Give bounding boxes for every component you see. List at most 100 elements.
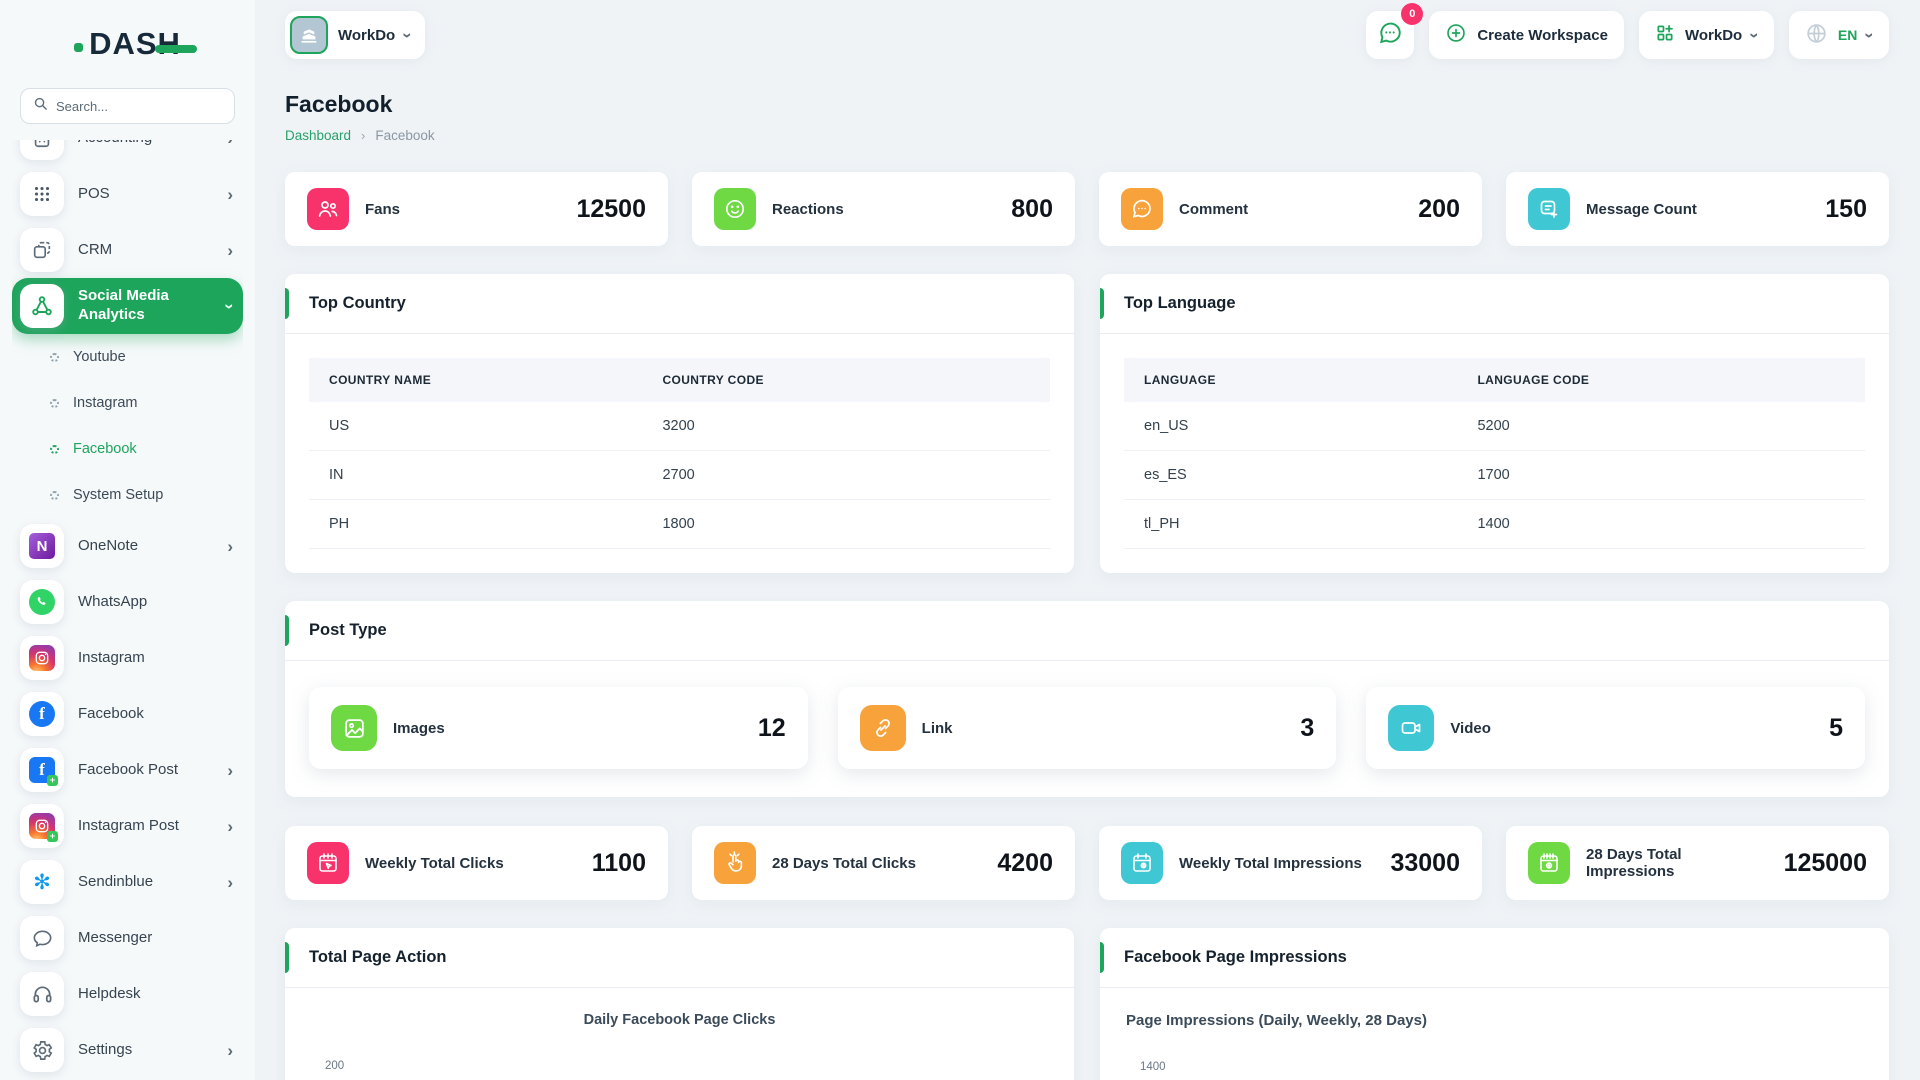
y-axis-tick: 200 — [325, 1060, 1048, 1072]
chevron-right-icon — [227, 140, 233, 147]
sidebar-item-messenger[interactable]: Messenger — [12, 910, 243, 966]
smiley-icon — [714, 188, 756, 230]
stat-value: 33000 — [1390, 849, 1460, 878]
logo-dot-icon — [74, 43, 83, 52]
workspace-selector[interactable]: WorkDo — [285, 11, 425, 59]
sidebar-subitem-instagram[interactable]: Instagram — [12, 380, 243, 426]
bullet-icon — [50, 445, 59, 454]
sidebar-subitem-system-setup[interactable]: System Setup — [12, 472, 243, 518]
grid-dots-icon — [20, 172, 64, 216]
stat-label: Weekly Total Clicks — [365, 855, 576, 872]
search-icon — [33, 96, 48, 116]
table-row: es_ES1700 — [1124, 451, 1865, 500]
main-content: WorkDo 0 Create Workspace WorkDo — [255, 0, 1920, 1080]
post-type-panel: Post Type Images 12 Link 3 Video — [285, 601, 1889, 797]
sidebar-item-label: Facebook — [73, 441, 137, 457]
column-header: COUNTRY NAME — [309, 358, 642, 402]
sidebar-item-accounting[interactable]: Accounting — [12, 140, 243, 166]
workdo-menu-button[interactable]: WorkDo — [1639, 11, 1774, 59]
stat-card-reactions: Reactions 800 — [692, 172, 1075, 246]
sidebar: DASH Accounting POS CRM — [0, 0, 255, 1080]
daily-page-clicks-chart: Daily Facebook Page Clicks 200 — [285, 988, 1074, 1080]
chevron-down-icon — [1867, 27, 1873, 44]
stat-value: 125000 — [1784, 849, 1867, 878]
panel-title: Top Language — [1100, 274, 1889, 334]
sidebar-subitem-youtube[interactable]: Youtube — [12, 334, 243, 380]
page-impressions-chart: Page Impressions (Daily, Weekly, 28 Days… — [1100, 988, 1889, 1080]
stat-value: 5 — [1829, 714, 1843, 743]
sidebar-item-crm[interactable]: CRM — [12, 222, 243, 278]
sidebar-item-helpdesk[interactable]: Helpdesk — [12, 966, 243, 1022]
bullet-icon — [50, 353, 59, 362]
chevron-right-icon — [227, 538, 233, 555]
chevron-right-icon — [227, 874, 233, 891]
sidebar-item-pos[interactable]: POS — [12, 166, 243, 222]
sidebar-item-instagram-app[interactable]: Instagram — [12, 630, 243, 686]
calculator-icon — [20, 140, 64, 160]
stat-label: 28 Days Total Impressions — [1586, 846, 1768, 880]
breadcrumb-dashboard-link[interactable]: Dashboard — [285, 128, 351, 143]
breadcrumb-current: Facebook — [375, 128, 434, 143]
table-row: en_US5200 — [1124, 402, 1865, 451]
sidebar-item-sendinblue[interactable]: ✻ Sendinblue — [12, 854, 243, 910]
sidebar-item-label: Messenger — [78, 929, 233, 948]
whatsapp-icon — [20, 580, 64, 624]
language-selector[interactable]: EN — [1789, 11, 1889, 59]
stat-value: 4200 — [997, 849, 1053, 878]
cell-country-code: 2700 — [642, 451, 1050, 500]
cell-language: es_ES — [1124, 451, 1457, 500]
sendinblue-icon: ✻ — [20, 860, 64, 904]
stat-card-28-days-total-clicks: 28 Days Total Clicks 4200 — [692, 826, 1075, 900]
chevron-right-icon — [227, 818, 233, 835]
sidebar-item-whatsapp[interactable]: WhatsApp — [12, 574, 243, 630]
sidebar-subitem-facebook[interactable]: Facebook — [12, 426, 243, 472]
top-language-table: LANGUAGE LANGUAGE CODE en_US5200 es_ES17… — [1124, 358, 1865, 549]
cell-country-name: IN — [309, 451, 642, 500]
calendar-eye-icon — [1121, 842, 1163, 884]
panel-title: Post Type — [285, 601, 1889, 661]
post-type-card-images: Images 12 — [309, 687, 808, 769]
stat-value: 12 — [758, 714, 786, 743]
sidebar-item-onenote[interactable]: N OneNote — [12, 518, 243, 574]
search-input[interactable] — [56, 99, 222, 114]
topbar-actions: 0 Create Workspace WorkDo EN — [1366, 11, 1889, 59]
charts-row: Total Page Action Daily Facebook Page Cl… — [285, 928, 1889, 1080]
panel-title: Facebook Page Impressions — [1100, 928, 1889, 988]
share-nodes-icon — [20, 284, 64, 328]
sidebar-item-label: Sendinblue — [78, 873, 213, 892]
stat-value: 1100 — [592, 849, 646, 878]
stat-label: 28 Days Total Clicks — [772, 855, 981, 872]
create-workspace-button[interactable]: Create Workspace — [1429, 11, 1624, 59]
link-icon — [860, 705, 906, 751]
messages-button[interactable]: 0 — [1366, 11, 1414, 59]
sidebar-item-social-media-analytics[interactable]: Social Media Analytics — [12, 278, 243, 334]
video-icon — [1388, 705, 1434, 751]
sidebar-item-facebook-post[interactable]: f+ Facebook Post — [12, 742, 243, 798]
panel-title: Total Page Action — [285, 928, 1074, 988]
stat-value: 3 — [1300, 714, 1314, 743]
sidebar-item-label: Settings — [78, 1041, 213, 1060]
sidebar-item-settings[interactable]: Settings — [12, 1022, 243, 1078]
sidebar-item-label: OneNote — [78, 537, 213, 556]
stat-label: Video — [1450, 720, 1813, 737]
sidebar-item-instagram-post[interactable]: + Instagram Post — [12, 798, 243, 854]
sidebar-item-facebook-app[interactable]: f Facebook — [12, 686, 243, 742]
cell-language-code: 1400 — [1457, 500, 1865, 549]
sidebar-item-label: Instagram Post — [78, 817, 213, 836]
cell-country-name: US — [309, 402, 642, 451]
sidebar-search[interactable] — [20, 88, 235, 124]
calendar-eye-icon — [1528, 842, 1570, 884]
top-country-table: COUNTRY NAME COUNTRY CODE US3200 IN2700 … — [309, 358, 1050, 549]
sidebar-item-label: System Setup — [73, 487, 163, 503]
stat-card-comment: Comment 200 — [1099, 172, 1482, 246]
cell-country-code: 3200 — [642, 402, 1050, 451]
chart-title: Page Impressions (Daily, Weekly, 28 Days… — [1126, 1012, 1863, 1029]
topbar: WorkDo 0 Create Workspace WorkDo — [285, 11, 1889, 59]
column-header: LANGUAGE CODE — [1457, 358, 1865, 402]
workspace-building-icon — [290, 16, 328, 54]
y-axis-tick: 1400 — [1140, 1061, 1863, 1073]
facebook-page-impressions-panel: Facebook Page Impressions Page Impressio… — [1100, 928, 1889, 1080]
column-header: LANGUAGE — [1124, 358, 1457, 402]
panel-title: Top Country — [285, 274, 1074, 334]
cell-language: en_US — [1124, 402, 1457, 451]
